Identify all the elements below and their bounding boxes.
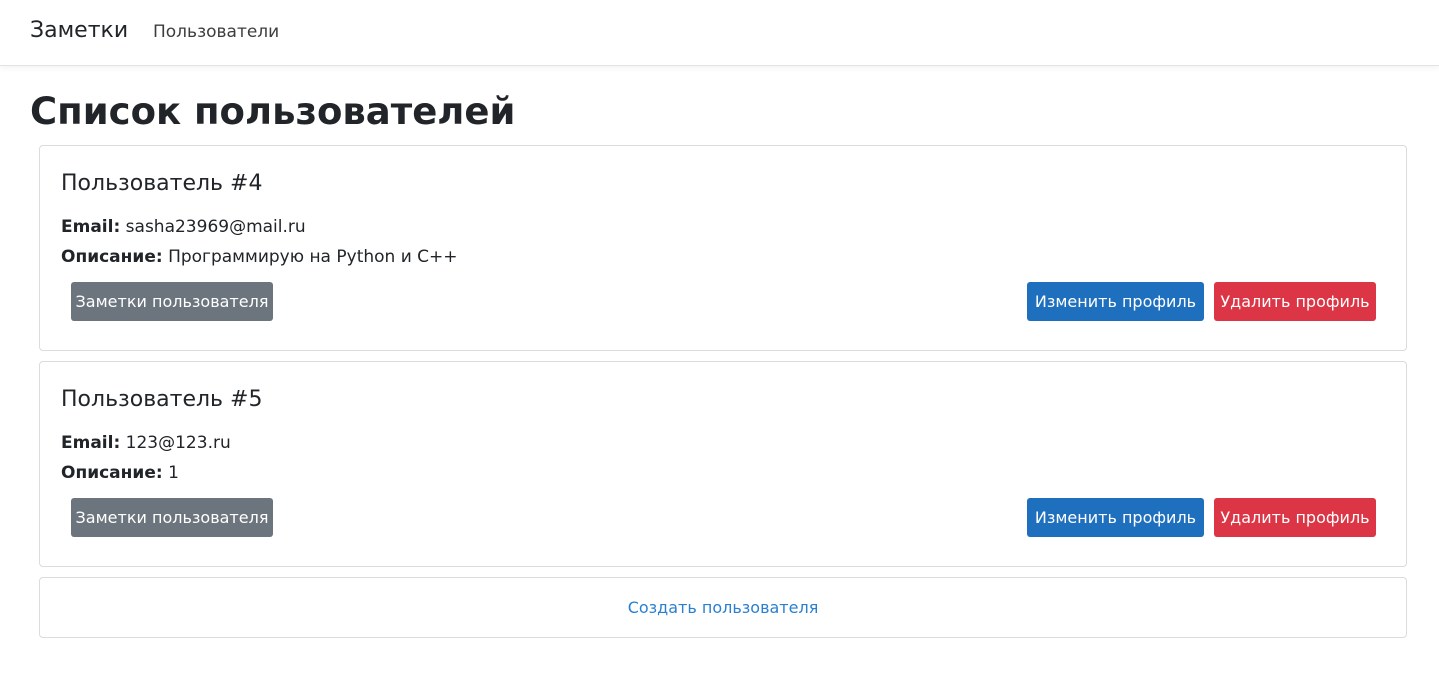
user-notes-button[interactable]: Заметки пользователя [71, 282, 273, 321]
navbar: Заметки Пользователи [0, 0, 1439, 66]
user-description: Программирую на Python и C++ [168, 247, 458, 267]
create-user-card: Создать пользователя [39, 577, 1407, 638]
create-user-link[interactable]: Создать пользователя [40, 598, 1406, 617]
user-card-title: Пользователь #5 [61, 387, 263, 412]
user-email: 123@123.ru [125, 433, 231, 453]
description-label: Описание: [61, 463, 163, 483]
user-card-title: Пользователь #4 [61, 171, 263, 196]
user-email-row: Email: sasha23969@mail.ru [61, 217, 306, 237]
delete-profile-button[interactable]: Удалить профиль [1214, 282, 1376, 321]
user-notes-button[interactable]: Заметки пользователя [71, 498, 273, 537]
user-description-row: Описание: 1 [61, 463, 179, 483]
edit-profile-button[interactable]: Изменить профиль [1027, 282, 1204, 321]
page-title: Список пользователей [30, 90, 516, 133]
user-email-row: Email: 123@123.ru [61, 433, 231, 453]
email-label: Email: [61, 217, 121, 237]
user-description: 1 [168, 463, 179, 483]
user-description-row: Описание: Программирую на Python и C++ [61, 247, 458, 267]
edit-profile-button[interactable]: Изменить профиль [1027, 498, 1204, 537]
description-label: Описание: [61, 247, 163, 267]
user-card: Пользователь #5 Email: 123@123.ru Описан… [39, 361, 1407, 567]
brand-link[interactable]: Заметки [30, 18, 128, 43]
user-card: Пользователь #4 Email: sasha23969@mail.r… [39, 145, 1407, 351]
user-email: sasha23969@mail.ru [125, 217, 306, 237]
nav-link-users[interactable]: Пользователи [153, 22, 279, 42]
delete-profile-button[interactable]: Удалить профиль [1214, 498, 1376, 537]
email-label: Email: [61, 433, 121, 453]
